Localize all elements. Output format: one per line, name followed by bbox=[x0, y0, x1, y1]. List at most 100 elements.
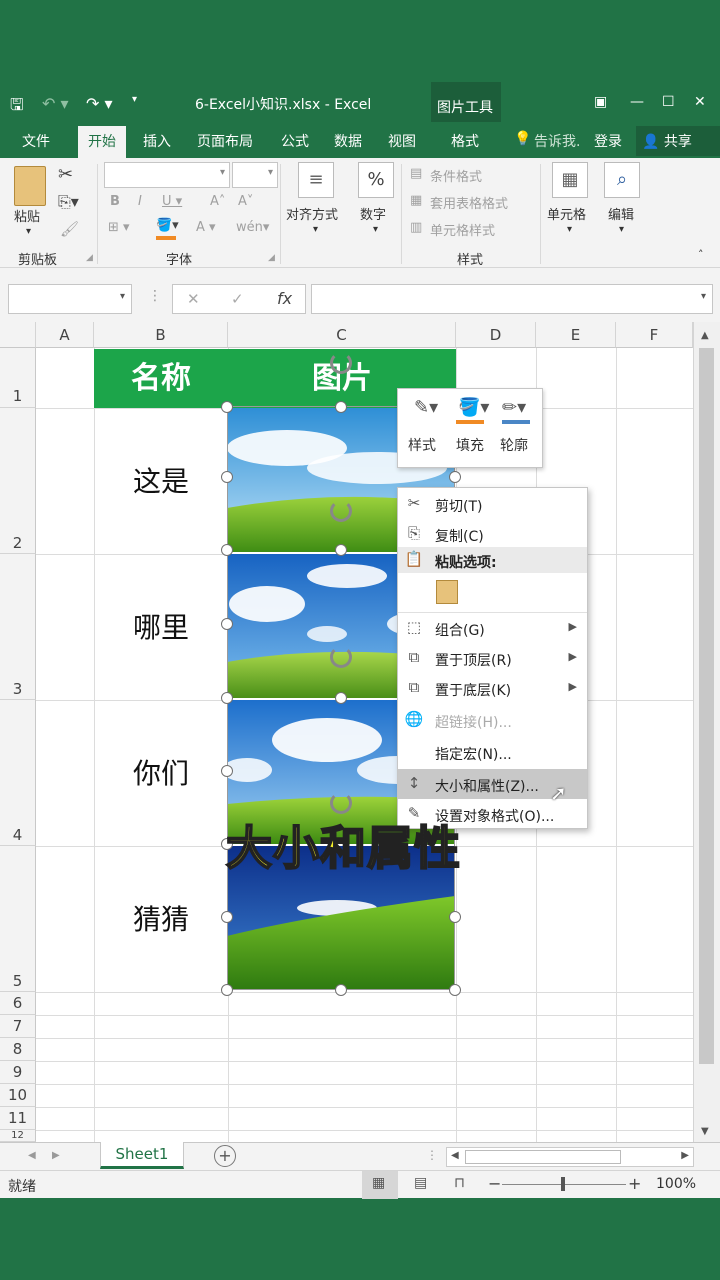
launcher-icon[interactable]: ◢ bbox=[86, 253, 93, 263]
ribbon-display-icon[interactable]: ▣ bbox=[594, 94, 607, 110]
close-icon[interactable]: ✕ bbox=[694, 94, 706, 110]
resize-handle[interactable] bbox=[221, 911, 233, 923]
expand-formula-icon[interactable]: ▾ bbox=[701, 291, 706, 302]
row-header-7[interactable]: 7 bbox=[0, 1015, 36, 1038]
cell-style-button[interactable]: 单元格样式 bbox=[430, 220, 495, 239]
format-painter-icon[interactable]: 🖌 bbox=[60, 220, 79, 238]
column-header-d[interactable]: D bbox=[456, 322, 536, 348]
maximize-icon[interactable]: ☐ bbox=[662, 94, 675, 110]
scroll-tabs-right-icon[interactable]: ▶ bbox=[52, 1150, 60, 1161]
row-header-8[interactable]: 8 bbox=[0, 1038, 36, 1061]
zoom-level[interactable]: 100% bbox=[656, 1176, 696, 1192]
resize-handle[interactable] bbox=[221, 765, 233, 777]
row-header-5[interactable]: 5 bbox=[0, 846, 36, 992]
edit-button[interactable]: 编辑 bbox=[608, 204, 634, 223]
redo-icon[interactable]: ↷ ▾ bbox=[86, 94, 113, 113]
resize-handle[interactable] bbox=[335, 984, 347, 996]
tab-insert[interactable]: 插入 bbox=[143, 131, 171, 151]
mini-style-button[interactable]: 样式 bbox=[408, 435, 436, 455]
customize-qat-icon[interactable]: ▾ bbox=[132, 94, 137, 105]
resize-handle[interactable] bbox=[449, 471, 461, 483]
resize-handle[interactable] bbox=[221, 401, 233, 413]
border-icon[interactable]: ⊞ ▾ bbox=[108, 220, 130, 235]
row-header-1[interactable]: 1 bbox=[0, 348, 36, 408]
tab-format[interactable]: 格式 bbox=[451, 131, 479, 151]
menu-item-send-to-back[interactable]: ⧉ 置于底层(K) ▶ bbox=[398, 673, 587, 703]
mini-outline-button[interactable]: 轮廓 bbox=[500, 435, 528, 455]
fill-icon[interactable]: 🪣▾ bbox=[458, 397, 489, 418]
cut-icon[interactable]: ✂ bbox=[58, 164, 73, 185]
increase-font-icon[interactable]: A˄ bbox=[210, 194, 225, 209]
paste-button[interactable]: 粘贴 bbox=[14, 206, 40, 225]
zoom-slider-thumb[interactable] bbox=[561, 1177, 565, 1191]
cell-b3[interactable]: 哪里 bbox=[94, 606, 228, 646]
share-button[interactable]: 👤 共享 bbox=[636, 126, 720, 156]
resize-handle[interactable] bbox=[221, 471, 233, 483]
underline-icon[interactable]: U ▾ bbox=[162, 194, 182, 209]
minimize-icon[interactable]: — bbox=[630, 94, 644, 110]
column-header-a[interactable]: A bbox=[36, 322, 94, 348]
copy-icon[interactable]: ⎘▾ bbox=[58, 192, 79, 212]
menu-item-cut[interactable]: ✂ 剪切(T) bbox=[398, 489, 587, 519]
cell-b4[interactable]: 你们 bbox=[94, 752, 228, 792]
cells-button[interactable]: 单元格 bbox=[547, 204, 586, 223]
row-header-6[interactable]: 6 bbox=[0, 992, 36, 1015]
scroll-down-icon[interactable]: ▼ bbox=[701, 1126, 709, 1137]
enter-icon[interactable]: ✓ bbox=[231, 290, 244, 308]
menu-item-assign-macro[interactable]: 指定宏(N)... bbox=[398, 737, 587, 767]
number-dropdown-icon[interactable]: ▾ bbox=[373, 224, 378, 235]
paste-option-icon[interactable] bbox=[436, 580, 458, 604]
paste-dropdown-icon[interactable]: ▾ bbox=[26, 226, 31, 237]
tab-data[interactable]: 数据 bbox=[334, 131, 362, 151]
font-size-select[interactable]: ▾ bbox=[232, 162, 278, 188]
hscroll-thumb[interactable] bbox=[465, 1150, 621, 1164]
align-button[interactable]: 对齐方式 bbox=[286, 204, 338, 223]
page-layout-view-icon[interactable]: ▤ bbox=[414, 1175, 427, 1191]
cells-dropdown-icon[interactable]: ▾ bbox=[567, 224, 572, 235]
align-icon[interactable]: ≡ bbox=[298, 162, 334, 198]
tab-view[interactable]: 视图 bbox=[388, 131, 416, 151]
tab-home[interactable]: 开始 bbox=[78, 126, 126, 158]
decrease-font-icon[interactable]: A˅ bbox=[238, 194, 253, 209]
cells-icon[interactable]: ▦ bbox=[552, 162, 588, 198]
resize-handle[interactable] bbox=[335, 401, 347, 413]
resize-handle[interactable] bbox=[221, 618, 233, 630]
worksheet-grid[interactable]: A B C D E F 1 2 3 4 5 6 7 8 9 10 11 12 名… bbox=[0, 322, 720, 1142]
percent-icon[interactable]: % bbox=[358, 162, 394, 198]
font-color-icon[interactable]: A ▾ bbox=[196, 220, 216, 235]
cell-b1[interactable]: 名称 bbox=[94, 349, 228, 408]
italic-icon[interactable]: I bbox=[138, 194, 142, 209]
drag-handle-icon[interactable]: ⋮ bbox=[148, 288, 162, 304]
column-header-b[interactable]: B bbox=[94, 322, 228, 348]
tab-file[interactable]: 文件 bbox=[22, 131, 50, 151]
row-header-11[interactable]: 11 bbox=[0, 1107, 36, 1130]
paste-icon[interactable] bbox=[14, 166, 46, 206]
horizontal-scrollbar[interactable]: ◀ ▶ bbox=[446, 1147, 694, 1167]
column-header-c[interactable]: C bbox=[228, 322, 456, 348]
cell-b2[interactable]: 这是 bbox=[94, 460, 228, 500]
formula-input[interactable]: ▾ bbox=[311, 284, 713, 314]
zoom-out-icon[interactable]: − bbox=[488, 1174, 501, 1193]
tell-me-search[interactable]: 告诉我. bbox=[534, 131, 580, 151]
name-box[interactable]: ▾ bbox=[8, 284, 132, 314]
launcher-icon[interactable]: ◢ bbox=[268, 253, 275, 263]
fill-color-icon[interactable]: 🪣▾ bbox=[156, 218, 179, 233]
resize-handle[interactable] bbox=[221, 984, 233, 996]
sheet-tab-sheet1[interactable]: Sheet1 bbox=[100, 1142, 184, 1169]
resize-handle[interactable] bbox=[335, 692, 347, 704]
row-header-9[interactable]: 9 bbox=[0, 1061, 36, 1084]
splitter-icon[interactable]: ⋮ bbox=[426, 1148, 438, 1162]
collapse-ribbon-icon[interactable]: ˄ bbox=[698, 248, 704, 261]
row-header-10[interactable]: 10 bbox=[0, 1084, 36, 1107]
save-icon[interactable]: 🖫 bbox=[10, 94, 24, 121]
rotate-handle-icon[interactable] bbox=[330, 500, 352, 522]
mini-fill-button[interactable]: 填充 bbox=[456, 435, 484, 455]
menu-item-group[interactable]: ⬚ 组合(G) ▶ bbox=[398, 613, 587, 643]
phonetic-icon[interactable]: wén▾ bbox=[236, 220, 269, 235]
resize-handle[interactable] bbox=[221, 544, 233, 556]
zoom-in-icon[interactable]: + bbox=[628, 1174, 641, 1193]
login-link[interactable]: 登录 bbox=[594, 131, 622, 151]
bold-icon[interactable]: B bbox=[110, 194, 120, 209]
row-header-3[interactable]: 3 bbox=[0, 554, 36, 700]
select-all-corner[interactable] bbox=[0, 322, 36, 348]
